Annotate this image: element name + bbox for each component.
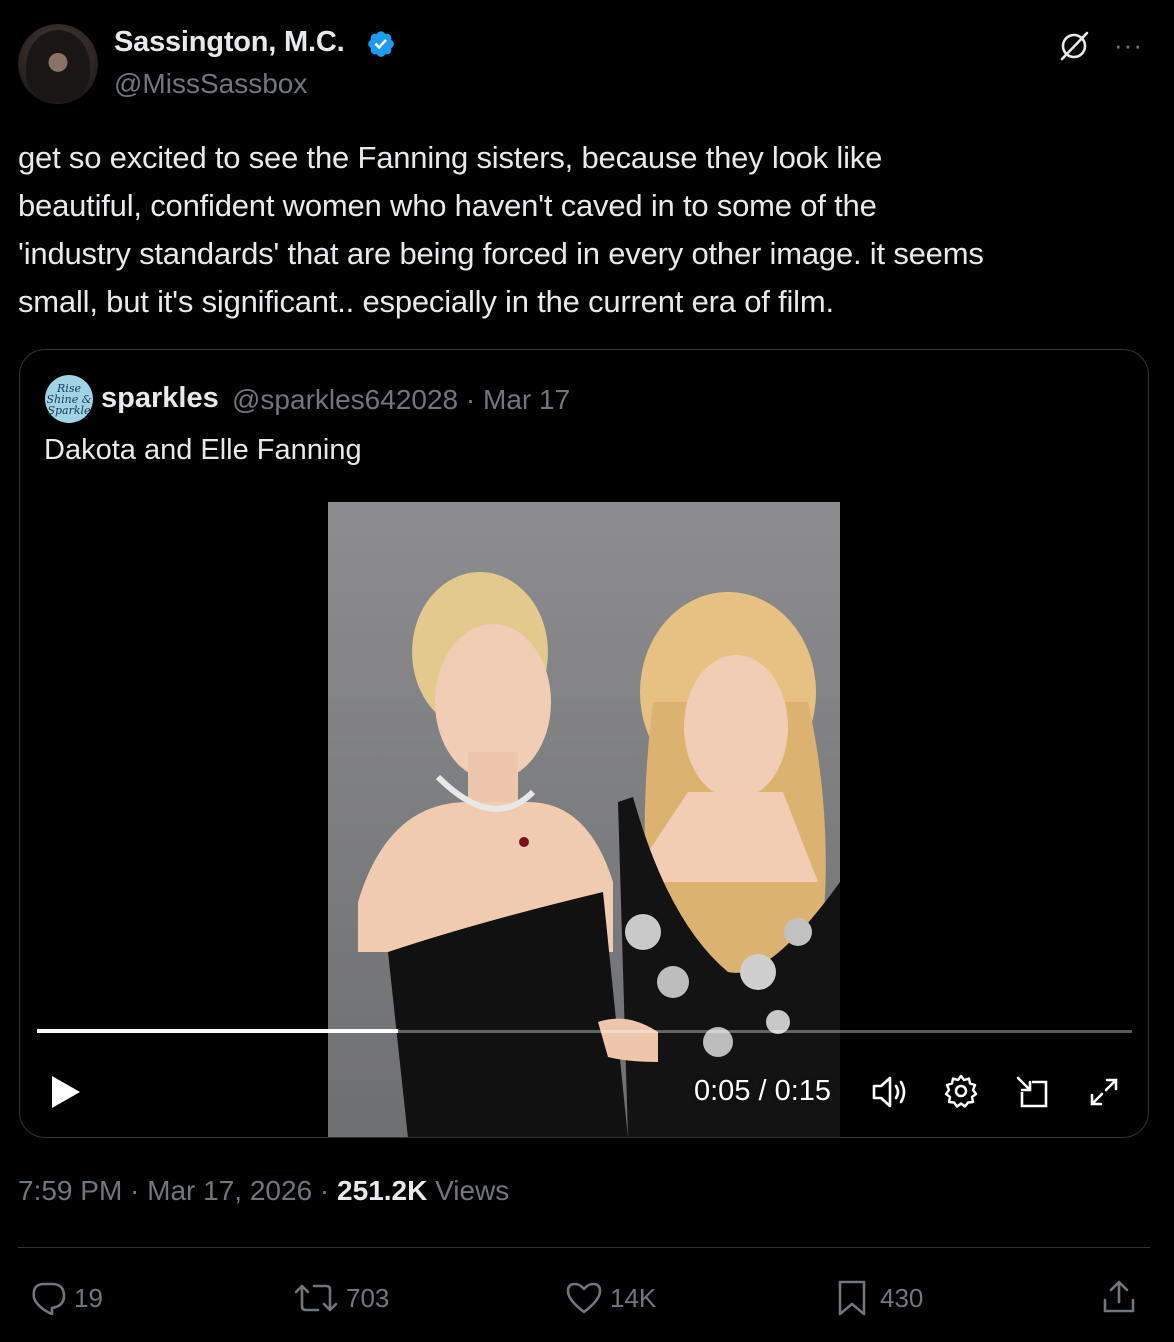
more-options-icon[interactable]: ···: [1114, 30, 1143, 61]
quote-tweet-card[interactable]: Rise Shine & Sparkle sparkles @sparkles6…: [19, 349, 1149, 1138]
reply-icon: [32, 1282, 66, 1316]
grok-icon[interactable]: [1056, 28, 1092, 64]
repost-button[interactable]: 703: [292, 1278, 389, 1318]
bookmark-button[interactable]: 430: [834, 1278, 923, 1318]
video-player[interactable]: [328, 502, 840, 1137]
reply-count: 19: [74, 1282, 103, 1313]
settings-gear-icon[interactable]: [942, 1072, 980, 1110]
picture-in-picture-icon[interactable]: [1014, 1074, 1052, 1112]
heart-icon: [566, 1282, 602, 1314]
quote-author-name[interactable]: sparkles: [101, 382, 219, 415]
avatar-photo: [26, 30, 90, 102]
repost-count: 703: [346, 1282, 390, 1313]
tweet-timestamp[interactable]: 7:59 PM · Mar 17, 2026 ·: [18, 1175, 337, 1206]
tweet-text: get so excited to see the Fanning sister…: [18, 140, 984, 319]
author-display-name[interactable]: Sassington, M.C.: [114, 26, 345, 59]
volume-icon[interactable]: [870, 1074, 910, 1110]
quote-author-handle-date[interactable]: @sparkles642028 · Mar 17: [232, 384, 570, 416]
share-icon[interactable]: [1100, 1278, 1138, 1316]
video-time: 0:05 / 0:15: [694, 1075, 832, 1107]
reply-button[interactable]: 19: [28, 1278, 103, 1318]
divider: [18, 1247, 1150, 1248]
like-button[interactable]: 14K: [564, 1278, 656, 1318]
quote-avatar-logo-text: Rise Shine & Sparkle: [46, 381, 92, 417]
views-count: 251.2K: [337, 1175, 428, 1206]
repost-icon: [294, 1284, 338, 1312]
fullscreen-icon[interactable]: [1086, 1074, 1122, 1110]
bookmark-count: 430: [880, 1282, 924, 1313]
video-progress-fill: [37, 1029, 398, 1033]
verified-badge-icon: [368, 31, 394, 57]
video-frame-image: [358, 572, 840, 1137]
author-handle[interactable]: @MissSassbox: [114, 68, 307, 100]
bookmark-icon: [838, 1280, 866, 1316]
play-icon[interactable]: [50, 1074, 82, 1110]
like-count: 14K: [610, 1282, 657, 1313]
tweet-meta: 7:59 PM · Mar 17, 2026 · 251.2K Views: [18, 1175, 509, 1207]
views-label: Views: [427, 1175, 510, 1206]
quote-author-avatar[interactable]: Rise Shine & Sparkle: [45, 375, 93, 423]
quote-tweet-text: Dakota and Elle Fanning: [44, 434, 362, 466]
author-avatar[interactable]: [18, 24, 98, 104]
